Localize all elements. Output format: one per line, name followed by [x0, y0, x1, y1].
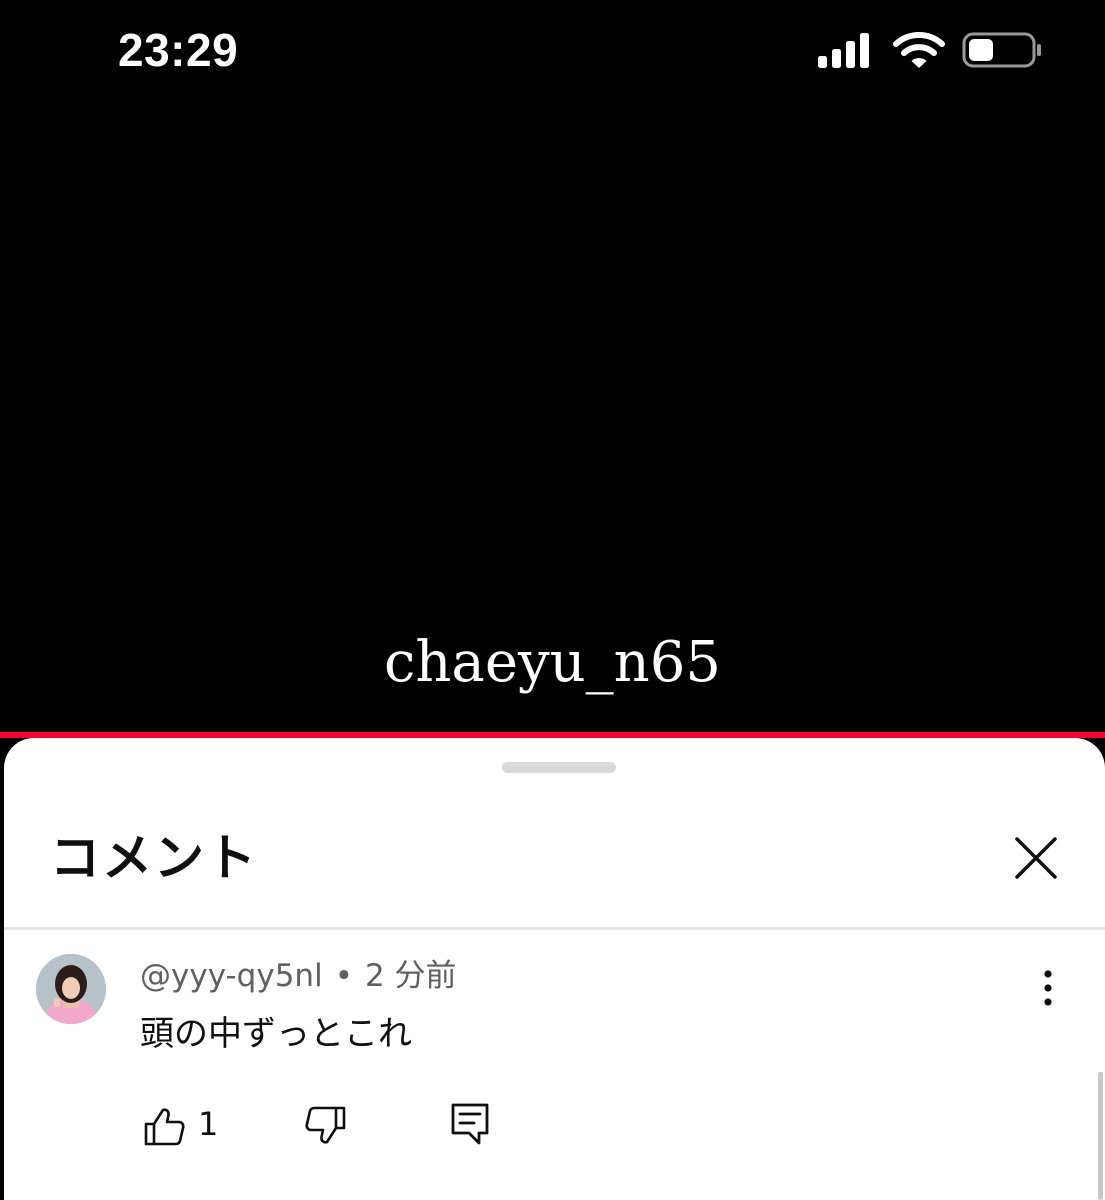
signal-icon: [816, 28, 876, 72]
comments-title: コメント: [50, 829, 258, 887]
more-options-button[interactable]: [1028, 966, 1068, 1010]
comment-action-bar: 1: [134, 1096, 554, 1152]
scrollbar[interactable]: [1098, 1072, 1103, 1200]
close-button[interactable]: [1004, 826, 1068, 890]
more-vert-icon: [1044, 970, 1052, 1006]
status-icons: [812, 28, 1052, 74]
close-icon: [1015, 837, 1057, 879]
wifi-icon: [892, 28, 946, 72]
like-count: 1: [198, 1105, 219, 1143]
like-button[interactable]: 1: [134, 1096, 244, 1152]
comment-meta: @yyy-qy5nl • 2 分前: [140, 956, 457, 996]
reply-button[interactable]: [442, 1096, 498, 1152]
reply-icon: [451, 1103, 489, 1145]
comment-time: 2 分前: [364, 958, 457, 994]
thumbs-down-icon: [305, 1106, 346, 1144]
video-watermark: chaeyu_n65: [384, 630, 721, 695]
avatar[interactable]: [36, 954, 106, 1024]
comment-item: @yyy-qy5nl • 2 分前 頭の中ずっとこれ 1: [4, 930, 1105, 1200]
battery-icon: [962, 28, 1044, 72]
comments-sheet: コメント @yyy-qy5nl • 2 分前 頭の中ずっとこれ 1: [4, 738, 1105, 1200]
thumbs-up-icon: [144, 1108, 185, 1146]
status-time: 23:29: [118, 24, 239, 76]
dislike-button[interactable]: [300, 1096, 356, 1152]
comment-text: 頭の中ずっとこれ: [140, 1014, 412, 1054]
comment-author[interactable]: @yyy-qy5nl: [140, 958, 323, 994]
meta-separator: •: [334, 958, 353, 994]
sheet-drag-handle[interactable]: [502, 762, 616, 773]
video-player[interactable]: 23:29 chaeyu_n65: [0, 0, 1105, 738]
